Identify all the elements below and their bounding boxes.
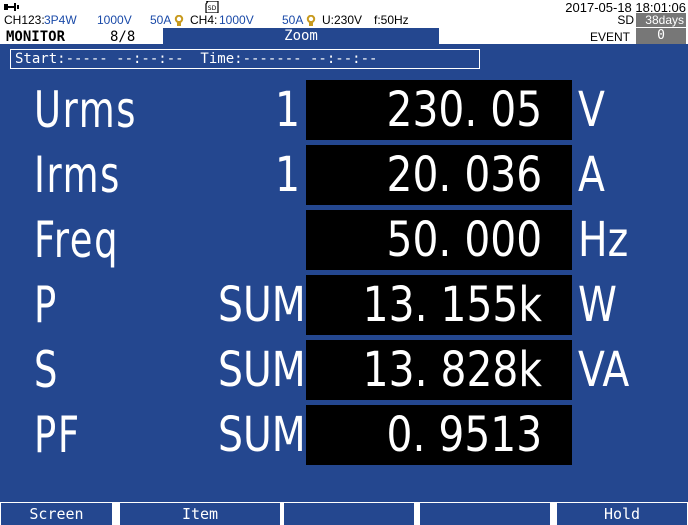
softkey-item[interactable]: Item xyxy=(120,503,280,525)
channel-label: SUM xyxy=(218,342,306,398)
softkey-screen[interactable]: Screen xyxy=(1,503,112,525)
event-count: 0 xyxy=(636,28,686,44)
value-box: 13. 155k xyxy=(306,275,572,335)
parameter-name: P xyxy=(34,276,58,334)
measured-value: 20. 036 xyxy=(386,147,542,203)
parameter-name: Freq xyxy=(34,211,120,269)
softkey-3[interactable] xyxy=(284,503,414,525)
wiring-mode: 3P4W xyxy=(44,13,77,27)
unit-label: W xyxy=(578,277,617,333)
measured-value: 50. 000 xyxy=(386,212,542,268)
softkey-4[interactable] xyxy=(420,503,550,525)
clamp-sensor-icon-ch4 xyxy=(306,15,316,26)
voltage-range-ch4: 1000V xyxy=(219,13,254,27)
parameter-name: Urms xyxy=(34,81,138,139)
unit-label: VA xyxy=(578,342,630,398)
voltage-range-ch123: 1000V xyxy=(97,13,132,27)
ch123-label: CH123: xyxy=(4,13,45,27)
measured-value: 13. 828k xyxy=(362,342,542,398)
measurement-row-urms: Urms 1 230. 05 V xyxy=(0,78,688,142)
value-box: 230. 05 xyxy=(306,80,572,140)
measured-value: 13. 155k xyxy=(362,277,542,333)
measured-value: 230. 05 xyxy=(386,82,542,138)
measurement-row-s: S SUM 13. 828k VA xyxy=(0,338,688,402)
softkey-bar: Screen Item Hold xyxy=(0,502,688,525)
value-box: 50. 000 xyxy=(306,210,572,270)
current-range-ch4: 50A xyxy=(282,13,304,27)
sd-status: SD 38days xyxy=(606,13,686,27)
channel-label: 1 xyxy=(274,147,300,203)
parameter-name: Irms xyxy=(34,146,122,204)
value-box: 0. 9513 xyxy=(306,405,572,465)
event-label: EVENT xyxy=(590,30,631,44)
clamp-sensor-icon xyxy=(174,15,184,26)
measurement-row-p: P SUM 13. 155k W xyxy=(0,273,688,337)
measurement-row-freq: Freq 50. 000 Hz xyxy=(0,208,688,272)
current-range-ch123: 50A xyxy=(150,13,172,27)
recording-time-bar: Start:----- --:--:-- Time:------- --:--:… xyxy=(10,49,480,69)
network-icon xyxy=(4,3,19,11)
unit-label: Hz xyxy=(578,212,629,268)
parameter-name: S xyxy=(34,341,60,399)
ch4-label: CH4: xyxy=(190,13,218,27)
tab-zoom[interactable]: Zoom xyxy=(163,28,439,45)
value-box: 20. 036 xyxy=(306,145,572,205)
channel-label: SUM xyxy=(218,407,306,463)
frequency-label: f:50Hz xyxy=(374,13,409,27)
channel-label: SUM xyxy=(218,277,306,333)
nominal-voltage-label: U:230V xyxy=(322,13,363,27)
measured-value: 0. 9513 xyxy=(386,407,542,463)
channel-label: 1 xyxy=(274,82,300,138)
parameter-name: PF xyxy=(34,406,81,464)
unit-label: A xyxy=(578,147,605,203)
measurement-row-pf: PF SUM 0. 9513 xyxy=(0,403,688,467)
measurement-row-irms: Irms 1 20. 036 A xyxy=(0,143,688,207)
sd-days-remaining: 38days xyxy=(636,13,686,27)
monitor-screen: SD 2017-05-18 18:01:06 CH123: 3P4W 1000V… xyxy=(0,0,688,525)
screen-mode-label: MONITOR xyxy=(6,29,66,45)
page-indicator: 8/8 xyxy=(110,29,136,45)
sd-label: SD xyxy=(617,13,634,27)
value-box: 13. 828k xyxy=(306,340,572,400)
softkey-hold[interactable]: Hold xyxy=(557,503,687,525)
svg-text:SD: SD xyxy=(208,5,217,12)
sd-card-icon: SD xyxy=(205,1,219,13)
unit-label: V xyxy=(578,82,605,138)
